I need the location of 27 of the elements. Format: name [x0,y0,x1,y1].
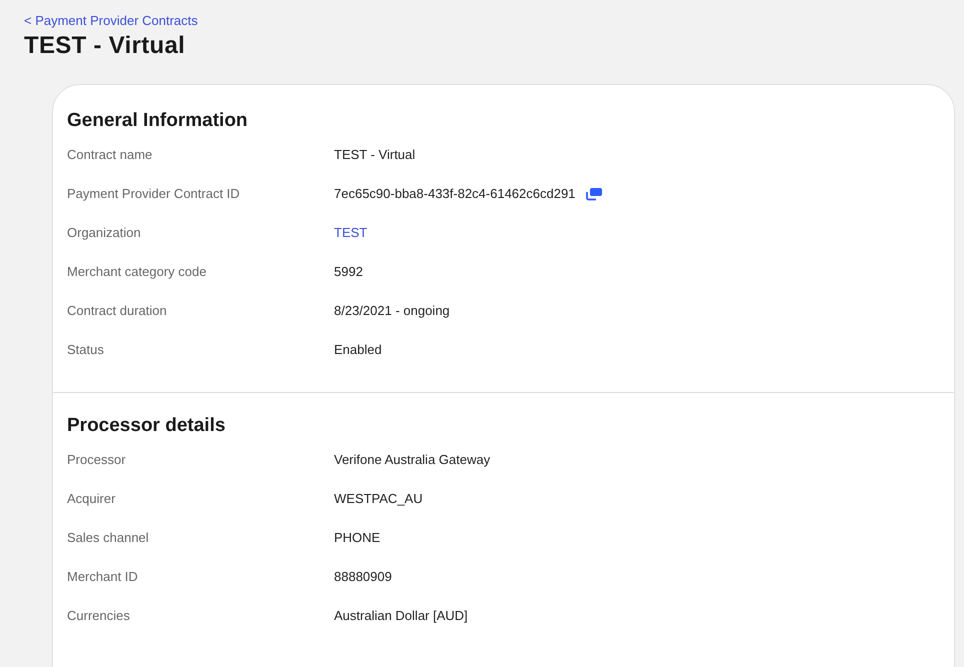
organization-link[interactable]: TEST [334,223,368,243]
field-label: Status [67,341,105,359]
page-title: TEST - Virtual [24,32,186,60]
field-label: Contract name [67,146,154,164]
field-label: Contract duration [67,302,168,320]
copy-icon[interactable] [585,187,604,201]
field-value: TEST - Virtual [334,146,416,164]
field-label: Sales channel [67,529,150,547]
field-label: Currencies [67,607,131,625]
section-title: General Information [67,110,249,132]
field-value: PHONE [334,529,382,547]
field-value: 5992 [334,263,364,281]
field-value: 8/23/2021 - ongoing [334,302,451,320]
field-label: Merchant category code [67,263,208,281]
field-label: Organization [67,224,142,242]
section-title: Processor details [67,415,226,437]
back-link[interactable]: < Payment Provider Contracts [24,13,198,28]
field-value: Australian Dollar [AUD] [334,607,469,625]
field-label: Acquirer [67,490,116,508]
field-value: Enabled [334,341,383,359]
field-value: 88880909 [334,568,393,586]
field-label: Payment Provider Contract ID [67,185,241,203]
field-value: WESTPAC_AU [334,490,424,508]
field-label: Processor [67,451,127,469]
field-value: 7ec65c90-bba8-433f-82c4-61462c6cd291 [334,185,576,203]
field-value: Verifone Australia Gateway [334,451,492,469]
field-label: Merchant ID [67,568,139,586]
